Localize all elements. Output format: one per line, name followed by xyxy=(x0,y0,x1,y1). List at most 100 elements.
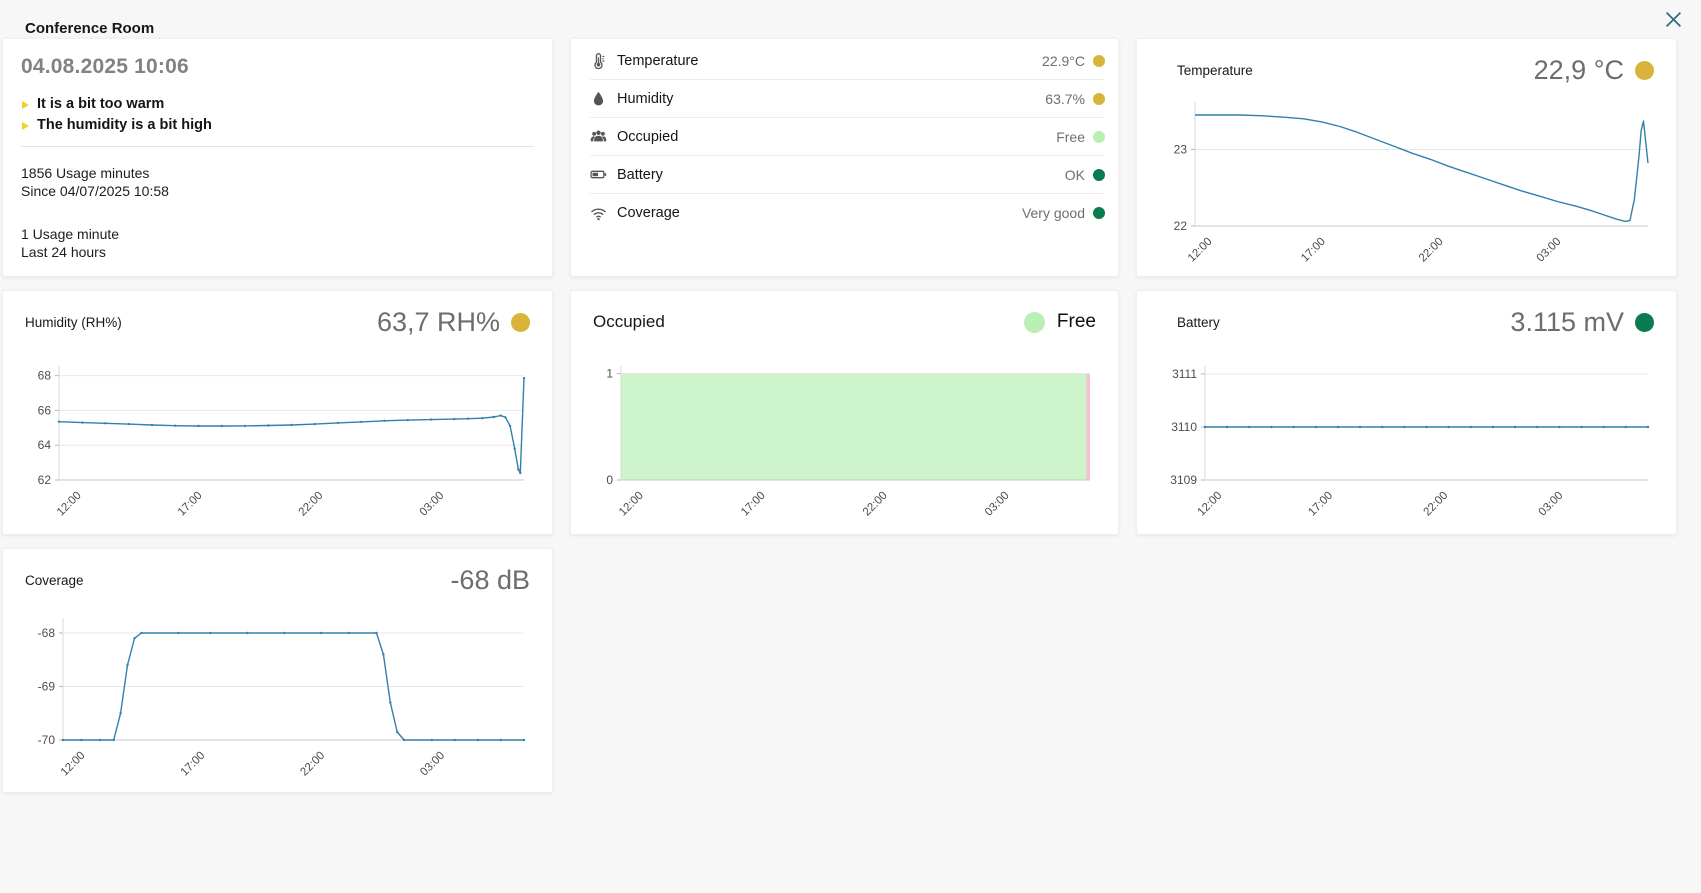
warning-item: The humidity is a bit high xyxy=(21,117,534,133)
svg-text:12:00: 12:00 xyxy=(59,750,88,779)
warning-item: It is a bit too warm xyxy=(21,96,534,112)
chart-header: Coverage -68 dB xyxy=(25,562,530,598)
svg-text:17:00: 17:00 xyxy=(1299,236,1328,265)
svg-text:03:00: 03:00 xyxy=(983,490,1012,519)
svg-text:68: 68 xyxy=(38,369,52,383)
svg-text:03:00: 03:00 xyxy=(1537,490,1566,519)
humidity-plot[interactable]: 62 64 66 68 12:00 17:00 22:00 03:00 xyxy=(25,340,530,524)
svg-text:17:00: 17:00 xyxy=(739,490,768,519)
occupied-plot[interactable]: 0 1 12:00 17:00 22:00 03:00 xyxy=(593,340,1096,524)
warning-text: It is a bit too warm xyxy=(37,96,165,112)
sensor-value: OK xyxy=(1064,166,1085,183)
warning-arrow-icon xyxy=(22,122,29,130)
status-dot xyxy=(511,312,530,332)
svg-text:17:00: 17:00 xyxy=(179,750,208,779)
usage-recent-value: 1 Usage minute xyxy=(21,225,120,242)
chart-title: Occupied xyxy=(593,312,665,331)
svg-text:22:00: 22:00 xyxy=(298,750,327,779)
chart-current-value: -68 dB xyxy=(450,565,530,596)
sensor-label: Humidity xyxy=(617,90,674,107)
chart-value-text: -68 dB xyxy=(450,564,530,595)
svg-text:12:00: 12:00 xyxy=(1196,490,1225,519)
status-dot xyxy=(1635,60,1654,80)
status-dot xyxy=(1023,311,1045,333)
svg-text:66: 66 xyxy=(38,403,52,417)
sensor-list-card: Temperature 22.9°C Humidity 63.7% Occupi… xyxy=(570,38,1119,277)
svg-text:-70: -70 xyxy=(38,733,56,747)
close-button[interactable] xyxy=(1661,8,1685,32)
svg-text:12:00: 12:00 xyxy=(55,490,84,519)
chart-header: Temperature 22,9 °C xyxy=(1159,52,1654,88)
svg-text:12:00: 12:00 xyxy=(617,490,646,519)
svg-text:22:00: 22:00 xyxy=(297,490,326,519)
battery-icon xyxy=(590,166,607,183)
svg-text:3111: 3111 xyxy=(1172,367,1197,381)
chart-value-text: 63,7 RH% xyxy=(376,306,500,337)
sensor-row[interactable]: Temperature 22.9°C xyxy=(590,42,1105,80)
sensor-status-dot xyxy=(1093,54,1105,67)
page-title: Conference Room xyxy=(25,20,155,37)
sensor-row[interactable]: Humidity 63.7% xyxy=(590,80,1105,118)
chart-title: Temperature xyxy=(1177,62,1253,78)
chart-value-text: 22,9 °C xyxy=(1533,54,1624,85)
coverage-plot[interactable]: -70 -69 -68 12:00 17:00 22:00 03:00 xyxy=(25,598,530,786)
svg-text:0: 0 xyxy=(606,473,613,487)
svg-text:1: 1 xyxy=(606,366,613,380)
battery-chart-card: Battery 3.115 mV 3109 3110 3111 12:00 17:00 2… xyxy=(1136,290,1677,535)
svg-text:22:00: 22:00 xyxy=(861,490,890,519)
svg-text:-68: -68 xyxy=(38,626,56,640)
sensor-value: 63.7% xyxy=(1045,90,1085,107)
chart-header: Humidity (RH%) 63,7 RH% xyxy=(25,304,530,340)
svg-text:03:00: 03:00 xyxy=(418,750,447,779)
sensor-label: Occupied xyxy=(617,128,679,145)
warning-list: It is a bit too warm The humidity is a b… xyxy=(21,96,534,133)
svg-text:03:00: 03:00 xyxy=(418,490,447,519)
svg-text:64: 64 xyxy=(38,438,52,452)
sensor-status-dot xyxy=(1093,92,1105,105)
svg-text:-69: -69 xyxy=(38,679,56,693)
sensor-row[interactable]: Battery OK xyxy=(590,156,1105,194)
chart-value-text: Free xyxy=(1056,311,1096,332)
usage-total-value: 1856 Usage minutes xyxy=(21,165,150,181)
chart-header: Battery 3.115 mV xyxy=(1159,304,1654,340)
chart-current-value: 3.115 mV xyxy=(1510,307,1654,338)
droplet-icon xyxy=(590,90,607,107)
svg-text:22: 22 xyxy=(1174,219,1188,233)
divider xyxy=(21,146,534,147)
temperature-plot[interactable]: 22 23 12:00 17:00 22:00 03:00 xyxy=(1159,88,1654,268)
chart-title: Coverage xyxy=(25,572,84,588)
sensor-label: Battery xyxy=(617,166,663,183)
svg-text:17:00: 17:00 xyxy=(176,490,205,519)
svg-text:23: 23 xyxy=(1174,142,1188,156)
battery-plot[interactable]: 3109 3110 3111 12:00 17:00 22:00 03:00 xyxy=(1159,340,1654,524)
sensor-row[interactable]: Occupied Free xyxy=(590,118,1105,156)
svg-text:22:00: 22:00 xyxy=(1417,236,1446,265)
sensor-row[interactable]: Coverage Very good xyxy=(590,194,1105,232)
sensor-status-dot xyxy=(1093,207,1105,219)
chart-title: Humidity (RH%) xyxy=(25,314,122,330)
chart-header: Occupied Free xyxy=(593,304,1096,340)
sensor-label: Coverage xyxy=(617,205,680,221)
usage-last-24h: 1 Usage minute Last 24 hours xyxy=(21,225,534,262)
temperature-chart-card: Temperature 22,9 °C 22 23 12:00 17:00 22:00 0… xyxy=(1136,38,1677,277)
svg-text:62: 62 xyxy=(38,473,52,487)
wifi-icon xyxy=(590,205,607,222)
svg-text:3109: 3109 xyxy=(1170,473,1197,487)
chart-title: Battery xyxy=(1177,314,1220,330)
warning-arrow-icon xyxy=(22,101,29,109)
occupancy-icon xyxy=(590,128,607,145)
svg-text:17:00: 17:00 xyxy=(1306,490,1335,519)
sensor-value: Very good xyxy=(1021,205,1085,221)
sensor-status-dot xyxy=(1093,168,1105,181)
coverage-chart-card: Coverage -68 dB -70 -69 -68 12:00 17:00 22:00… xyxy=(2,548,553,793)
chart-value-text: 3.115 mV xyxy=(1510,306,1624,337)
dashboard-board: 04.08.2025 10:06 It is a bit too warm Th… xyxy=(2,38,1677,793)
usage-total-caption: Since 04/07/2025 10:58 xyxy=(21,183,169,200)
sensor-label: Temperature xyxy=(617,52,699,69)
chart-current-value: Free xyxy=(1023,311,1096,333)
usage-total: 1856 Usage minutes Since 04/07/2025 10:5… xyxy=(21,164,534,201)
warning-text: The humidity is a bit high xyxy=(37,117,212,133)
svg-text:03:00: 03:00 xyxy=(1535,236,1564,265)
last-update-timestamp: 04.08.2025 10:06 xyxy=(21,55,189,78)
sensor-status-dot xyxy=(1093,130,1105,143)
